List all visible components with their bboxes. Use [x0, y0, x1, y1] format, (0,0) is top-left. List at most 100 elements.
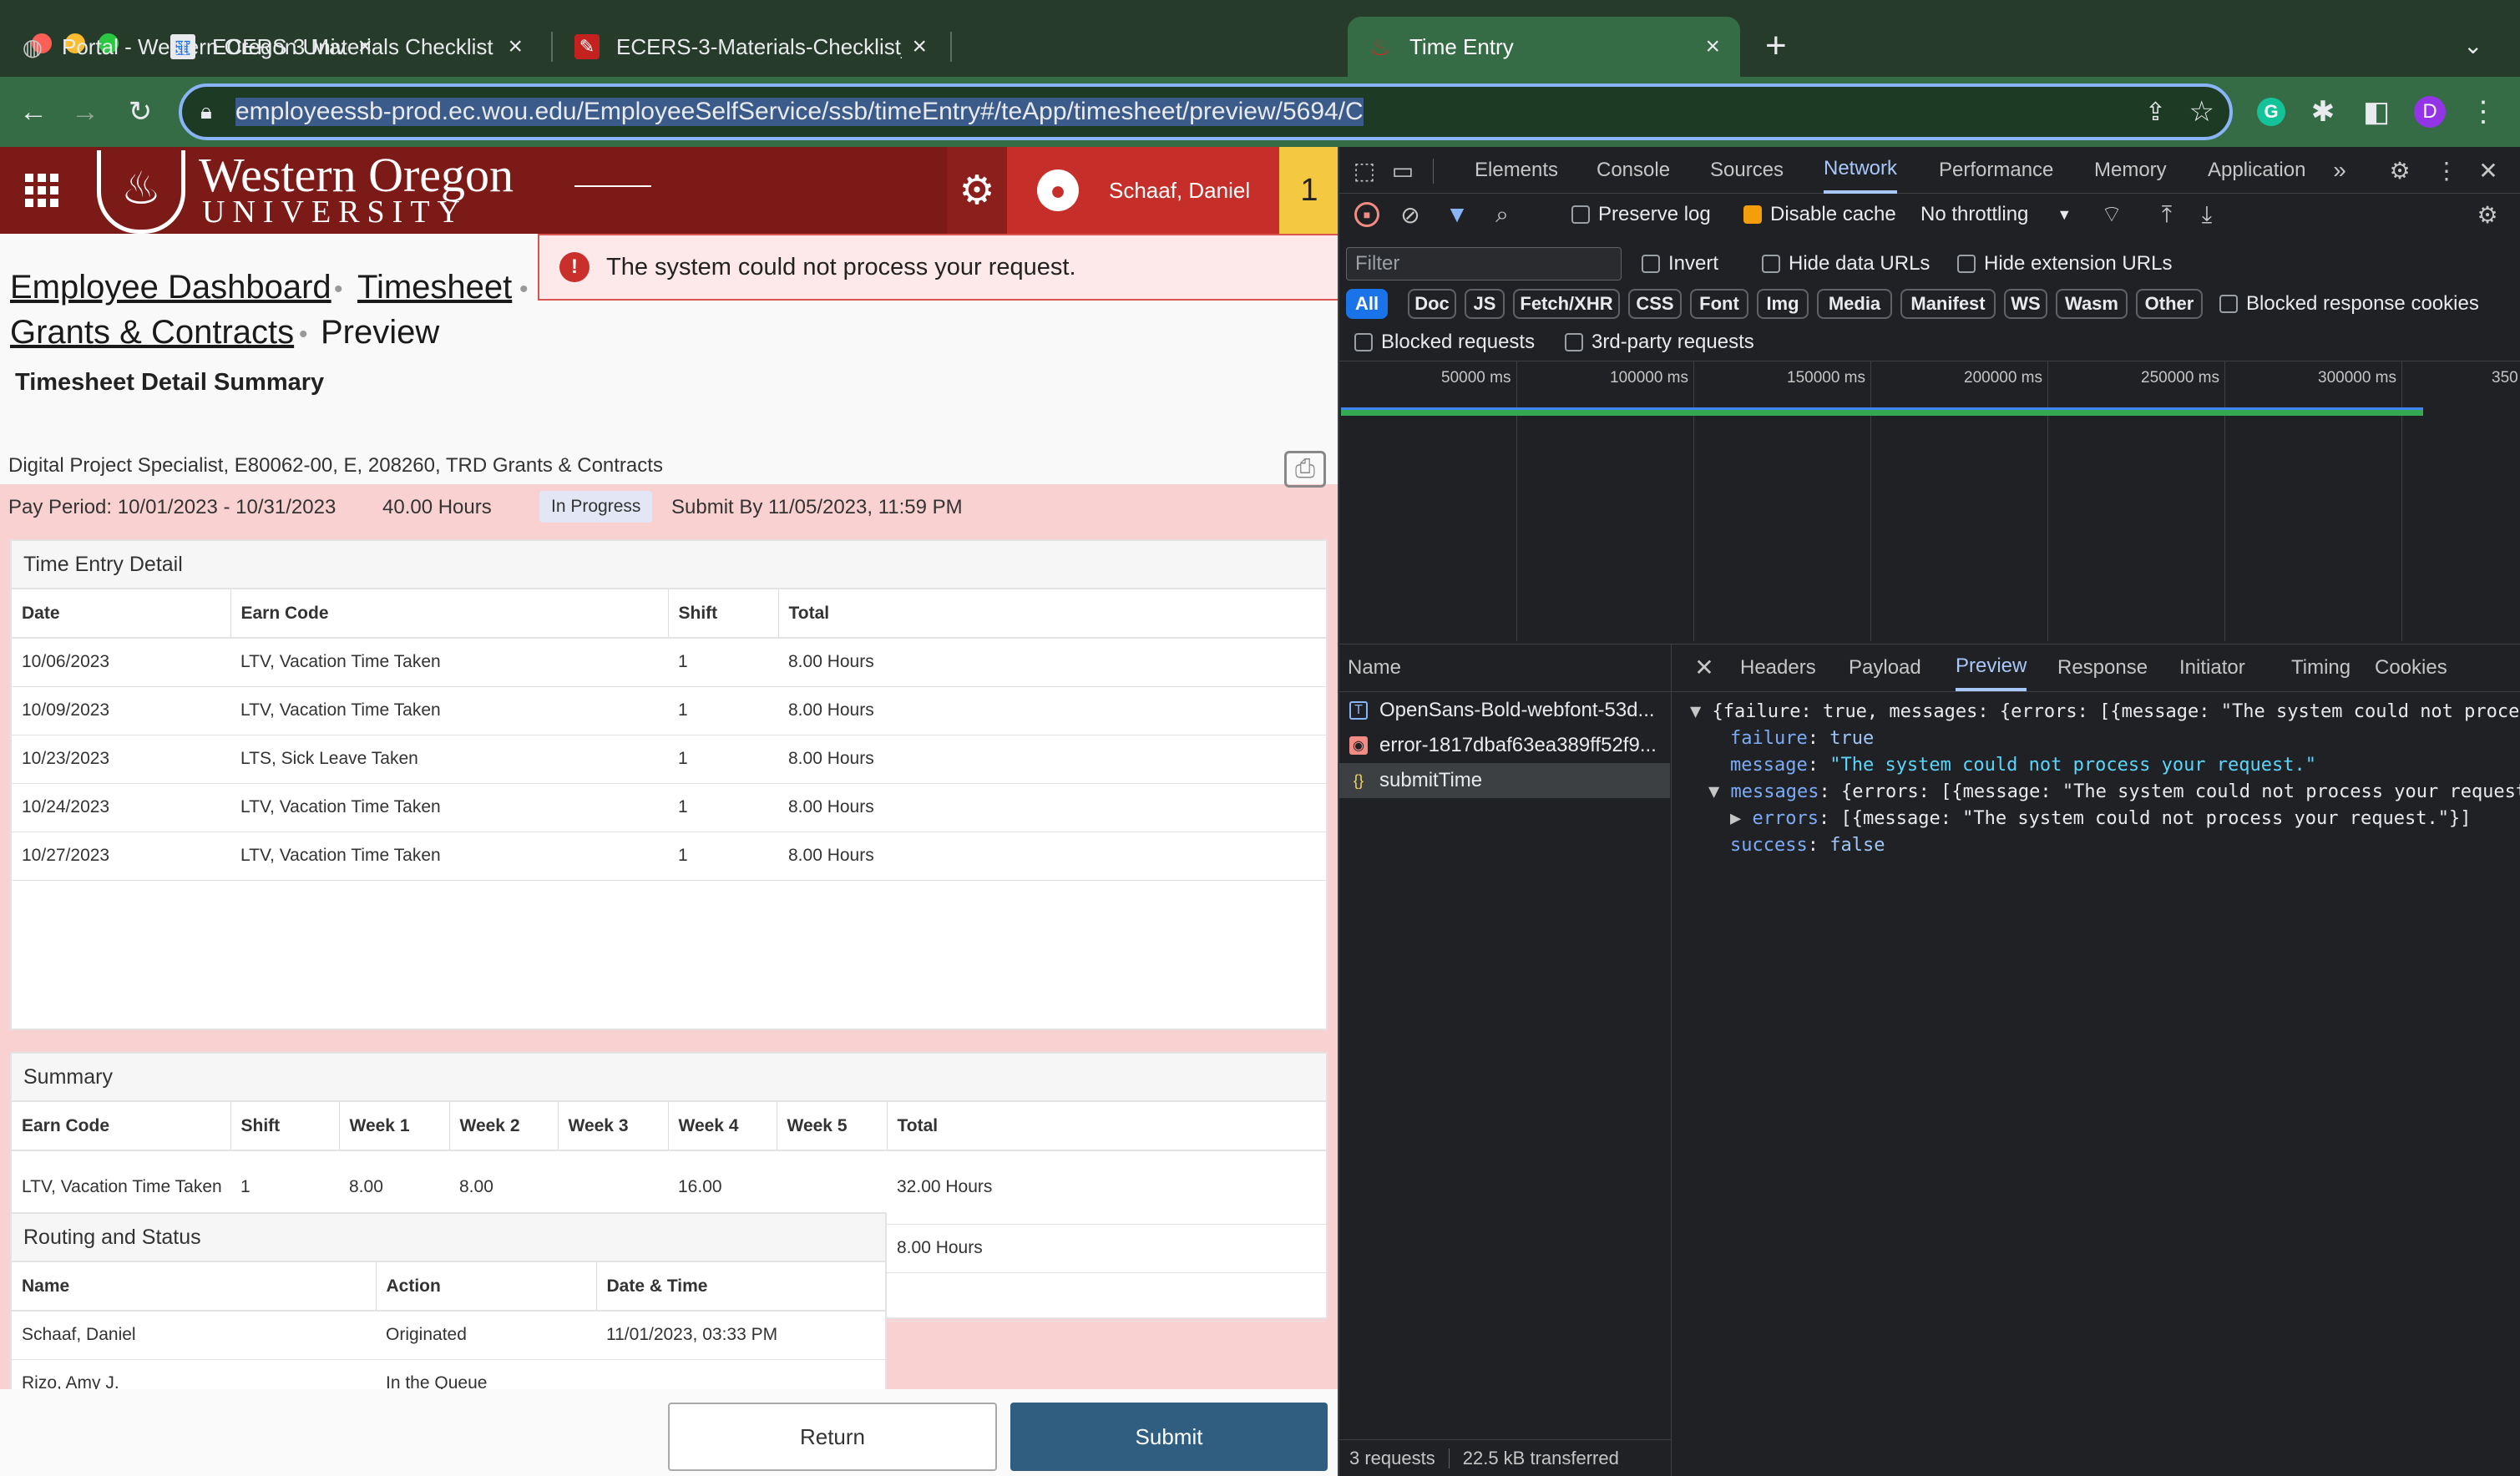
- browser-menu-icon[interactable]: ⋮: [2465, 94, 2502, 130]
- routing-title: Routing and Status: [12, 1214, 885, 1262]
- table-cell: 1: [668, 832, 778, 881]
- device-toolbar-icon[interactable]: ▭: [1389, 157, 1416, 184]
- detail-tab-preview[interactable]: Preview: [1956, 644, 2027, 691]
- disable-cache-checkbox[interactable]: Disable cache: [1743, 202, 1896, 227]
- timeline-tick: 50000 ms: [1441, 369, 1511, 387]
- more-tabs-chevron-icon[interactable]: »: [2326, 157, 2353, 184]
- tab-search-chevron-icon[interactable]: ⌄: [2463, 32, 2482, 59]
- routing-table: Name Action Date & Time Schaaf, Daniel Or…: [12, 1262, 885, 1408]
- extensions-puzzle-icon[interactable]: ✱: [2305, 94, 2341, 130]
- profile-avatar[interactable]: D: [2411, 94, 2448, 130]
- browser-tab-2[interactable]: ✎ ECERS-3-Materials-Checklist_ ×: [554, 17, 947, 77]
- inspect-element-icon[interactable]: ⬚: [1351, 157, 1378, 184]
- request-row-font[interactable]: T OpenSans-Bold-webfont-53d...: [1339, 693, 1670, 728]
- json-root-node[interactable]: ▼ {failure: true, messages: {errors: [{m…: [1690, 701, 2519, 722]
- export-har-icon[interactable]: ⤓: [2194, 201, 2219, 227]
- reload-icon[interactable]: ↻: [122, 94, 159, 130]
- detail-tab-timing[interactable]: Timing: [2291, 644, 2350, 691]
- invert-label: Invert: [1668, 252, 1719, 275]
- preserve-log-checkbox[interactable]: Preserve log: [1571, 202, 1711, 227]
- hide-data-urls-checkbox[interactable]: Hide data URLs: [1762, 249, 1930, 279]
- filter-ws[interactable]: WS: [2004, 289, 2047, 319]
- clear-icon[interactable]: ⊘: [1398, 202, 1423, 228]
- tab-memory[interactable]: Memory: [2094, 147, 2167, 194]
- grammarly-extension-icon[interactable]: G: [2253, 94, 2290, 130]
- stop-recording-icon[interactable]: ■: [1354, 202, 1379, 227]
- detail-tab-payload[interactable]: Payload: [1849, 644, 1921, 691]
- close-tab-icon[interactable]: ×: [357, 33, 372, 61]
- tab-console[interactable]: Console: [1597, 147, 1670, 194]
- throttling-select[interactable]: No throttling ▼: [1920, 202, 2072, 227]
- table-cell: Originated: [376, 1311, 596, 1360]
- close-detail-icon[interactable]: ✕: [1690, 653, 1718, 681]
- network-conditions-icon[interactable]: ⌔: [2099, 201, 2124, 227]
- name-column-header[interactable]: Name: [1348, 644, 1401, 691]
- third-party-requests-checkbox[interactable]: 3rd-party requests: [1565, 327, 1754, 357]
- close-tab-icon[interactable]: ×: [508, 33, 523, 61]
- json-messages-node[interactable]: ▼ messages: {errors: [{message: "The sys…: [1708, 781, 2520, 802]
- col-week-1: Week 1: [338, 1102, 449, 1151]
- filter-input[interactable]: Filter: [1346, 247, 1622, 281]
- filter-other[interactable]: Other: [2136, 289, 2203, 319]
- hide-extension-urls-checkbox[interactable]: Hide extension URLs: [1957, 249, 2172, 279]
- blocked-response-cookies-checkbox[interactable]: Blocked response cookies: [2219, 289, 2479, 319]
- address-bar[interactable]: 🔒︎ employeessb-prod.ec.wou.edu/EmployeeS…: [179, 83, 2233, 140]
- tab-elements[interactable]: Elements: [1475, 147, 1558, 194]
- import-har-icon[interactable]: ⤒: [2154, 201, 2179, 227]
- filter-wasm[interactable]: Wasm: [2056, 289, 2128, 319]
- close-devtools-icon[interactable]: ✕: [2475, 157, 2502, 184]
- tab-application[interactable]: Application: [2208, 147, 2305, 194]
- forward-arrow-icon[interactable]: →: [67, 94, 104, 130]
- wou-logo[interactable]: ♨ Western Oregon UNIVERSITY: [97, 147, 665, 234]
- new-tab-button[interactable]: +: [1765, 25, 1787, 67]
- detail-tab-cookies[interactable]: Cookies: [2375, 644, 2447, 691]
- settings-gear-icon[interactable]: ⚙: [947, 147, 1007, 234]
- globe-icon: ◍: [22, 33, 43, 60]
- invert-checkbox[interactable]: Invert: [1642, 249, 1718, 279]
- browser-tab-4[interactable]: ♨ Time Entry ×: [1348, 17, 1740, 77]
- filter-funnel-icon[interactable]: ▼: [1445, 201, 1470, 227]
- printer-icon[interactable]: ⎙: [1284, 451, 1326, 488]
- detail-tab-initiator[interactable]: Initiator: [2179, 644, 2245, 691]
- filter-img[interactable]: Img: [1757, 289, 1809, 319]
- filter-fetch-xhr[interactable]: Fetch/XHR: [1513, 289, 1620, 319]
- request-row-error-image[interactable]: ◉ error-1817dbaf63ea389ff52f9...: [1339, 728, 1670, 763]
- blocked-requests-label: Blocked requests: [1381, 331, 1536, 353]
- url-text[interactable]: employeessb-prod.ec.wou.edu/EmployeeSelf…: [235, 98, 1364, 126]
- tab-network[interactable]: Network: [1824, 147, 1898, 194]
- notifications-badge[interactable]: 1: [1279, 147, 1339, 234]
- search-icon[interactable]: ⌕: [1490, 201, 1515, 227]
- detail-tab-headers[interactable]: Headers: [1740, 644, 1816, 691]
- detail-tab-response[interactable]: Response: [2057, 644, 2148, 691]
- filter-css[interactable]: CSS: [1628, 289, 1682, 319]
- tab-performance[interactable]: Performance: [1939, 147, 2053, 194]
- breadcrumb-grants-contracts[interactable]: Grants & Contracts: [10, 314, 294, 351]
- back-arrow-icon[interactable]: ←: [15, 94, 52, 130]
- app-grid-icon[interactable]: [25, 174, 58, 207]
- breadcrumb-employee-dashboard[interactable]: Employee Dashboard: [10, 269, 331, 306]
- filter-doc[interactable]: Doc: [1408, 289, 1456, 319]
- filter-media[interactable]: Media: [1817, 289, 1892, 319]
- side-panel-icon[interactable]: ◧: [2358, 94, 2395, 130]
- devtools-settings-gear-icon[interactable]: ⚙: [2386, 157, 2413, 184]
- filter-manifest[interactable]: Manifest: [1900, 289, 1996, 319]
- close-tab-icon[interactable]: ×: [1705, 33, 1720, 61]
- bookmark-star-icon[interactable]: ☆: [2189, 95, 2214, 129]
- close-tab-icon[interactable]: ×: [912, 33, 927, 61]
- filter-all[interactable]: All: [1346, 289, 1388, 319]
- filter-font[interactable]: Font: [1690, 289, 1748, 319]
- browser-tab-3[interactable]: ◍ Portal - Western Oregon Unive ×: [0, 17, 392, 77]
- user-menu[interactable]: ● Schaaf, Daniel: [1007, 147, 1279, 234]
- network-settings-gear-icon[interactable]: ⚙: [2475, 202, 2500, 228]
- request-row-submittime[interactable]: {} submitTime: [1339, 763, 1670, 798]
- breadcrumb-timesheet[interactable]: Timesheet: [357, 269, 512, 306]
- tab-sources[interactable]: Sources: [1710, 147, 1784, 194]
- return-button[interactable]: Return: [668, 1403, 997, 1471]
- share-icon[interactable]: ⇪: [2145, 98, 2166, 127]
- blocked-requests-checkbox[interactable]: Blocked requests: [1354, 327, 1535, 357]
- devtools-menu-icon[interactable]: ⋮: [2433, 157, 2460, 184]
- json-errors-node[interactable]: ▶ errors: [{message: "The system could n…: [1730, 808, 2471, 829]
- filter-js[interactable]: JS: [1465, 289, 1505, 319]
- submit-button[interactable]: Submit: [1010, 1403, 1328, 1471]
- col-week-3: Week 3: [557, 1102, 668, 1151]
